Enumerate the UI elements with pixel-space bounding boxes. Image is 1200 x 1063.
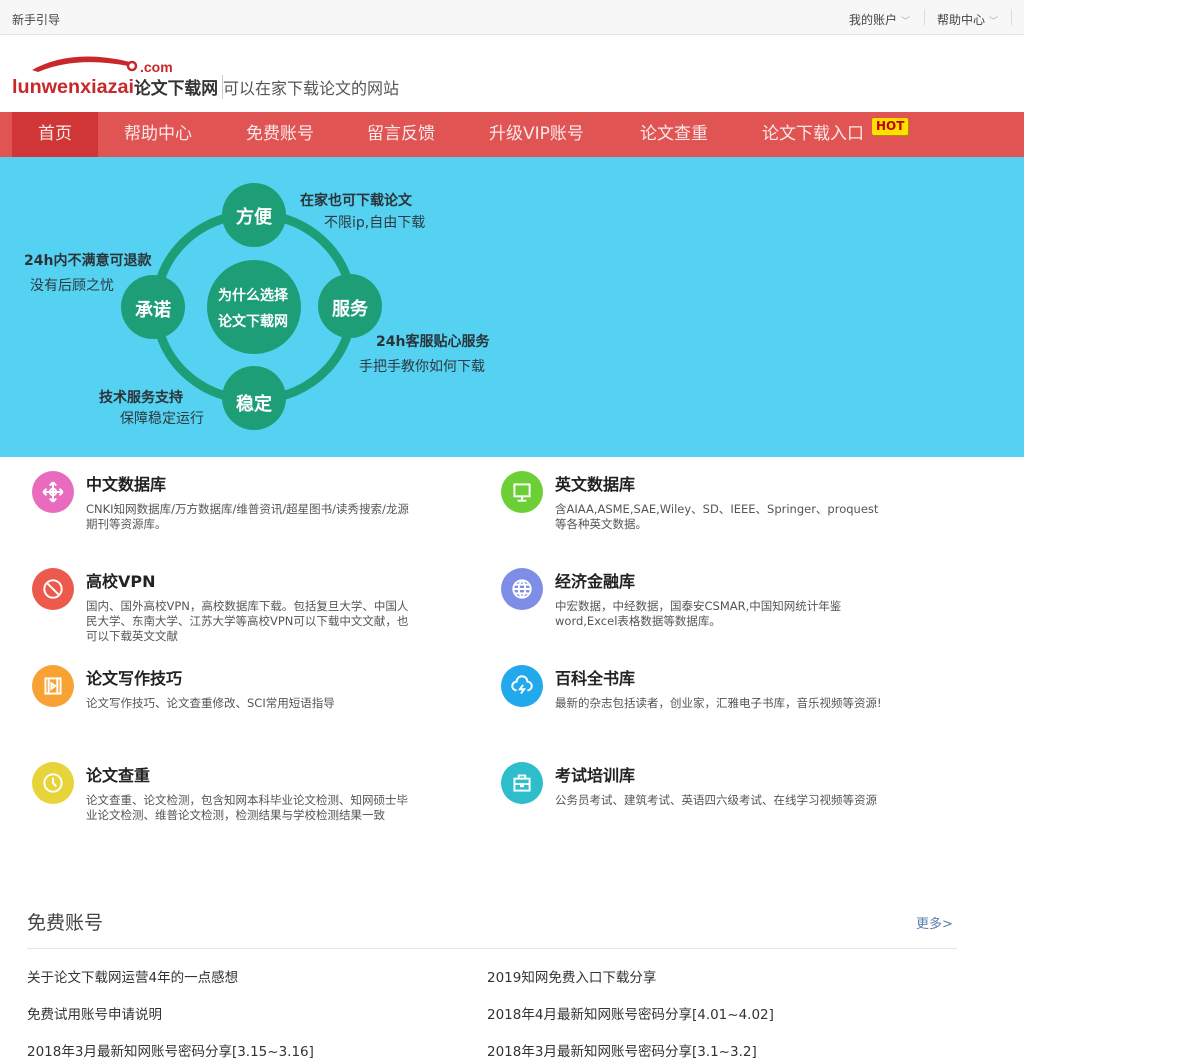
note-top-sub: 不限ip,自由下载 [324,215,426,231]
svg-text:lunwenxiazai: lunwenxiazai [12,77,134,98]
nav-free-accounts[interactable]: 免费账号 [246,112,314,157]
article-link[interactable]: 2018年3月最新知网账号密码分享[3.1~3.2] [487,1040,757,1060]
article-link[interactable]: 2018年4月最新知网账号密码分享[4.01~4.02] [487,1003,774,1023]
node-service: 服务 [332,299,368,320]
nav-feedback[interactable]: 留言反馈 [367,112,435,157]
feature-title: 中文数据库 [86,475,167,494]
feature-title: 论文写作技巧 [86,669,183,688]
center-line-2: 论文下载网 [218,314,288,330]
feature-desc: 论文写作技巧、论文查重修改、SCI常用短语指导 [86,696,335,710]
feature-desc: 国内、国外高校VPN，高校数据库下载。包括复旦大学、中国人民大学、东南大学、江苏… [86,599,409,643]
divider [27,948,957,949]
logo-graphic: .com lunwenxiazai 论文下载网 [12,56,218,99]
more-link[interactable]: 更多> [916,913,953,932]
article-link[interactable]: 2018年3月最新知网账号密码分享[3.15~3.16] [27,1040,314,1060]
divider [1011,9,1012,25]
nav-download-entry[interactable]: 论文下载入口 [762,112,864,157]
feature-desc: 论文查重、论文检测，包含知网本科毕业论文检测、知网硕士毕业论文检测、维普论文检测… [86,793,408,822]
help-center-label: 帮助中心 [937,13,986,27]
my-account-label: 我的账户 [849,13,898,27]
node-convenient: 方便 [236,207,272,228]
film-icon [32,665,74,707]
why-choose-banner: 为什么选择 论文下载网 方便 承诺 服务 稳定 在家也可下载论文 不限ip,自由… [0,157,1024,457]
note-right-title: 24h客服贴心服务 [376,334,490,350]
my-account-menu[interactable]: 我的账户 ﹀ [849,11,910,28]
note-bottom-title: 技术服务支持 [99,390,183,406]
feature-desc: 最新的杂志包括读者，创业家，汇雅电子书库，音乐视频等资源! [555,696,882,710]
svg-text:.com: .com [140,59,173,75]
note-left-title: 24h内不满意可退款 [24,253,152,269]
help-center-menu[interactable]: 帮助中心 ﹀ [937,11,998,28]
cloud-lightning-icon [501,665,543,707]
nav-help-center[interactable]: 帮助中心 [124,112,192,157]
feature-desc: 含AIAA,ASME,SAE,Wiley、SD、IEEE、Springer、pr… [555,502,879,531]
center-line-1: 为什么选择 [218,288,288,304]
feature-title: 百科全书库 [555,669,636,688]
feature-title: 论文查重 [86,766,151,785]
chevron-down-icon: ﹀ [901,17,911,27]
divider [924,9,925,25]
note-bottom-sub: 保障稳定运行 [120,411,204,427]
feature-title: 考试培训库 [555,766,636,785]
article-link[interactable]: 免费试用账号申请说明 [27,1003,162,1023]
feature-desc: CNKI知网数据库/万方数据库/维普资讯/超星图书/读秀搜索/龙源期刊等资源库。 [86,502,409,531]
node-stable: 稳定 [236,394,272,415]
feature-title: 英文数据库 [555,475,636,494]
node-promise: 承诺 [135,300,171,321]
briefcase-icon [501,762,543,804]
note-right-sub: 手把手教你如何下载 [359,359,485,375]
clock-icon [32,762,74,804]
site-slogan: 可以在家下载论文的网站 [222,75,399,99]
chevron-down-icon: ﹀ [989,17,999,27]
feature-desc: 公务员考试、建筑考试、英语四六级考试、在线学习视频等资源 [555,793,877,807]
note-top-title: 在家也可下载论文 [300,193,412,209]
ban-icon [32,568,74,610]
globe-icon [501,568,543,610]
feature-desc: 中宏数据，中经数据，国泰安CSMAR,中国知网统计年鉴word,Excel表格数… [555,599,842,628]
move-arrows-icon [32,471,74,513]
hot-badge: HOT [872,118,909,135]
nav-plagiarism-check[interactable]: 论文查重 [640,112,708,157]
svg-text:论文下载网: 论文下载网 [134,78,218,98]
article-link[interactable]: 关于论文下载网运营4年的一点感想 [27,966,238,986]
article-link[interactable]: 2019知网免费入口下载分享 [487,966,656,986]
feature-title: 经济金融库 [555,572,636,591]
nav-upgrade-vip[interactable]: 升级VIP账号 [489,112,584,157]
beginner-guide-link[interactable]: 新手引导 [12,11,60,28]
top-bar: 新手引导 我的账户 ﹀ 帮助中心 ﹀ [0,0,1024,35]
nav-home[interactable]: 首页 [12,112,98,157]
feature-title: 高校VPN [86,572,156,591]
free-accounts-title: 免费账号 [27,912,104,934]
note-left-sub: 没有后顾之忧 [30,278,114,294]
monitor-icon [501,471,543,513]
main-nav: 首页 帮助中心 免费账号 留言反馈 升级VIP账号 论文查重 论文下载入口 HO… [0,112,1024,157]
site-logo[interactable]: .com lunwenxiazai 论文下载网 [12,52,222,99]
